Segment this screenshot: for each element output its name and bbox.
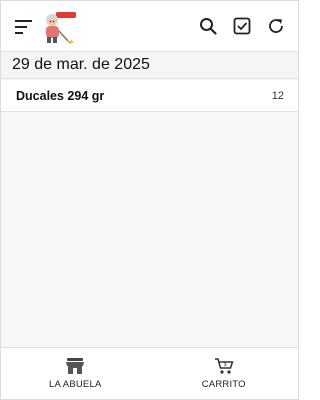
nav-label: LA ABUELA: [48, 379, 102, 390]
app-logo: [41, 9, 79, 47]
nav-label: CARRITO: [201, 379, 246, 390]
search-icon: [200, 18, 217, 35]
top-app-bar: [1, 1, 298, 51]
date-header: 29 de mar. de 2025: [1, 51, 298, 79]
checkbox-icon: [233, 17, 251, 35]
store-icon: [66, 358, 85, 374]
grandma-logo-icon: [46, 12, 76, 44]
cart-icon: $: [214, 358, 234, 374]
menu-button[interactable]: [15, 19, 33, 35]
select-all-button[interactable]: [230, 14, 254, 38]
top-actions: [196, 14, 288, 38]
search-button[interactable]: [196, 14, 220, 38]
refresh-icon: [269, 19, 283, 33]
product-list: Ducales 294 gr 12: [1, 80, 298, 112]
nav-la-abuela[interactable]: LA ABUELA: [1, 348, 150, 399]
bottom-navigation: LA ABUELA $ CARRITO: [1, 347, 298, 399]
list-item[interactable]: Ducales 294 gr 12: [1, 80, 298, 112]
refresh-button[interactable]: [264, 14, 288, 38]
item-name: Ducales 294 gr: [16, 88, 105, 103]
svg-text:$: $: [224, 362, 227, 368]
app-root: 29 de mar. de 2025 Ducales 294 gr 12 LA …: [0, 0, 299, 400]
item-quantity: 12: [271, 89, 284, 102]
nav-carrito[interactable]: $ CARRITO: [150, 348, 299, 399]
menu-icon: [15, 20, 32, 34]
